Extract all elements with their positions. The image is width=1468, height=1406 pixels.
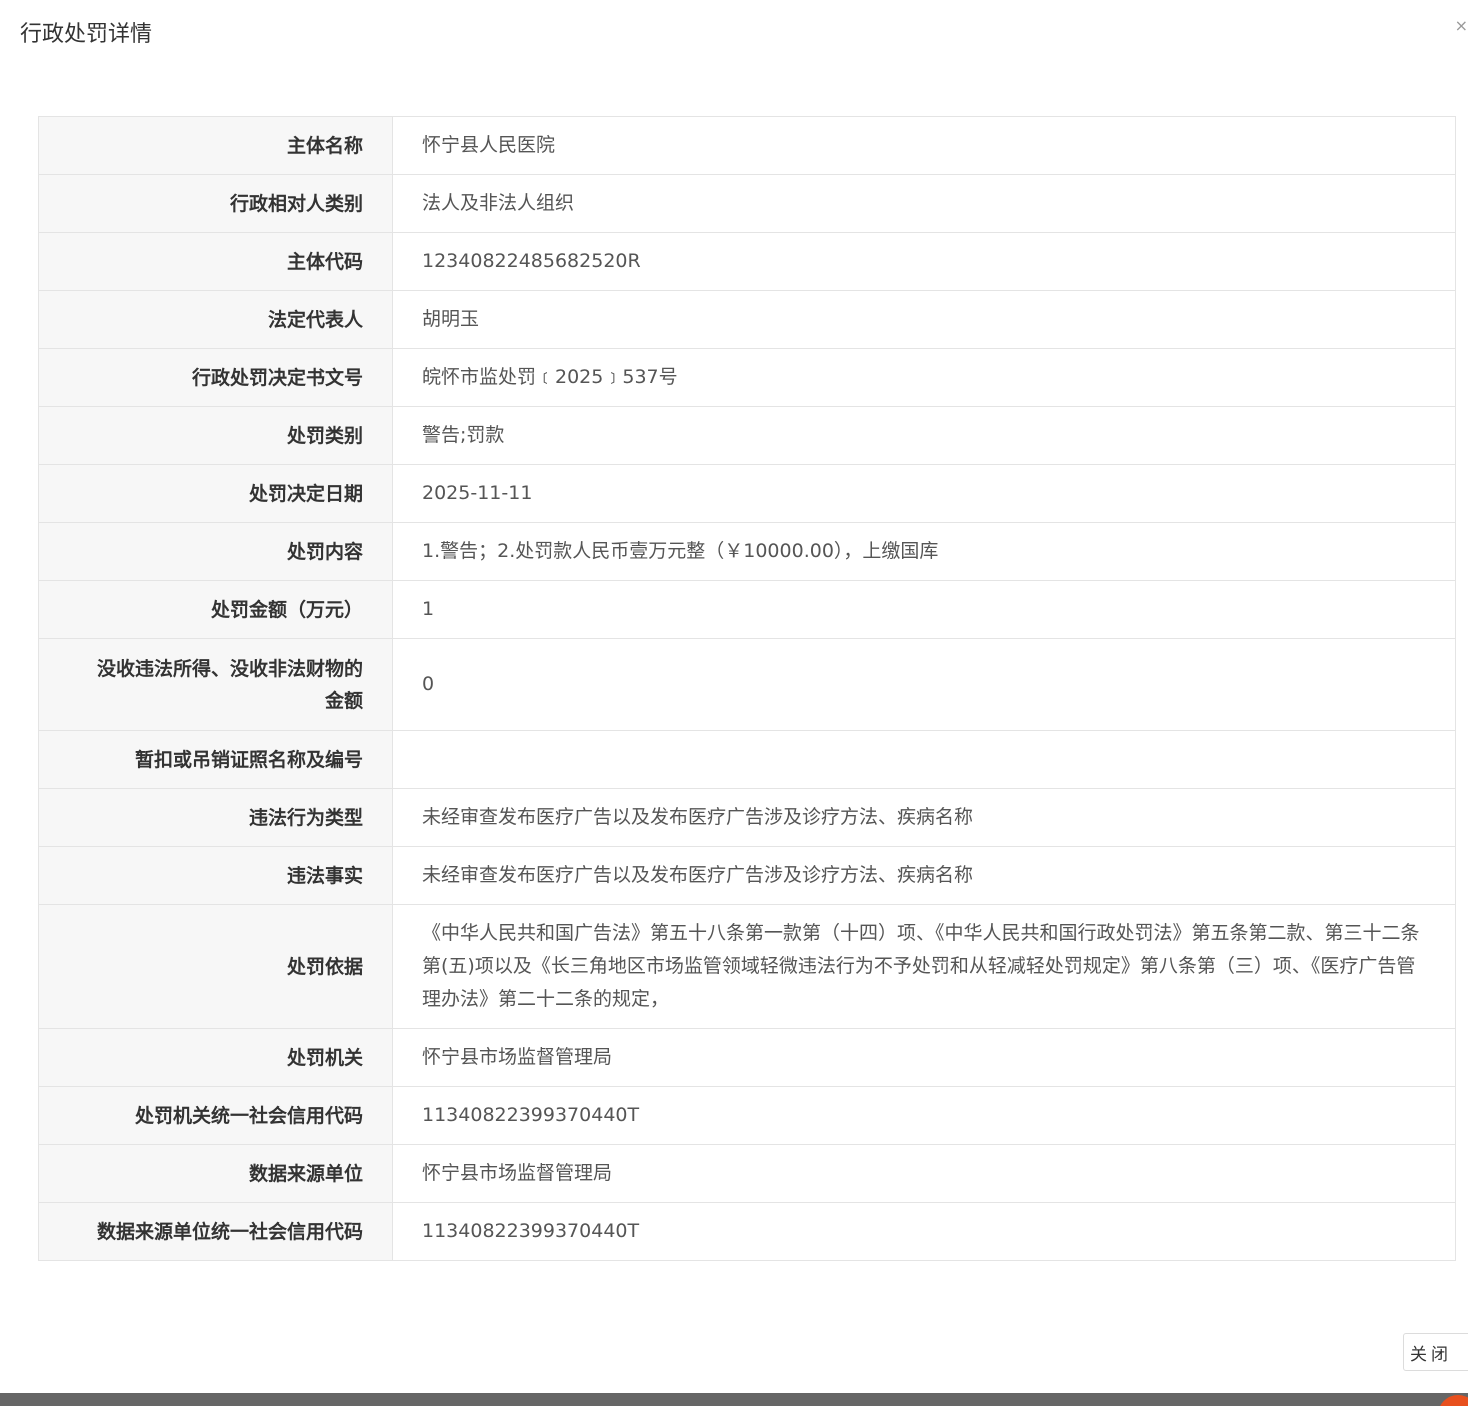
table-row: 处罚机关统一社会信用代码 11340822399370440T (38, 1086, 1456, 1145)
table-row: 违法行为类型 未经审查发布医疗广告以及发布医疗广告涉及诊疗方法、疾病名称 (38, 788, 1456, 847)
row-label: 法定代表人 (38, 290, 393, 349)
row-value: 0 (392, 638, 1456, 731)
row-value: 《中华人民共和国广告法》第五十八条第一款第（十四）项、《中华人民共和国行政处罚法… (392, 904, 1456, 1029)
row-value: 怀宁县市场监督管理局 (392, 1144, 1456, 1203)
table-row: 处罚内容 1.警告；2.处罚款人民币壹万元整（￥10000.00），上缴国库 (38, 522, 1456, 581)
row-value: 皖怀市监处罚﹝2025﹞537号 (392, 348, 1456, 407)
row-label: 主体名称 (38, 116, 393, 175)
table-row: 数据来源单位统一社会信用代码 11340822399370440T (38, 1202, 1456, 1261)
row-label: 暂扣或吊销证照名称及编号 (38, 730, 393, 789)
table-row: 处罚决定日期 2025-11-11 (38, 464, 1456, 523)
bottom-bar (0, 1393, 1468, 1406)
row-label: 处罚机关统一社会信用代码 (38, 1086, 393, 1145)
row-value: 11340822399370440T (392, 1086, 1456, 1145)
row-label: 行政处罚决定书文号 (38, 348, 393, 407)
table-row: 暂扣或吊销证照名称及编号 (38, 730, 1456, 789)
table-row: 行政处罚决定书文号 皖怀市监处罚﹝2025﹞537号 (38, 348, 1456, 407)
table-row: 处罚类别 警告;罚款 (38, 406, 1456, 465)
row-label: 处罚金额（万元） (38, 580, 393, 639)
dialog-title: 行政处罚详情 (20, 22, 153, 47)
row-label: 处罚依据 (38, 904, 393, 1029)
table-row: 主体名称 怀宁县人民医院 (38, 116, 1456, 175)
table-row: 处罚金额（万元） 1 (38, 580, 1456, 639)
table-row: 违法事实 未经审查发布医疗广告以及发布医疗广告涉及诊疗方法、疾病名称 (38, 846, 1456, 905)
row-value: 怀宁县人民医院 (392, 116, 1456, 175)
row-value: 未经审查发布医疗广告以及发布医疗广告涉及诊疗方法、疾病名称 (392, 788, 1456, 847)
penalty-detail-table: 主体名称 怀宁县人民医院 行政相对人类别 法人及非法人组织 主体代码 12340… (38, 116, 1456, 1261)
table-row: 法定代表人 胡明玉 (38, 290, 1456, 349)
table-row: 处罚依据 《中华人民共和国广告法》第五十八条第一款第（十四）项、《中华人民共和国… (38, 904, 1456, 1029)
row-label: 行政相对人类别 (38, 174, 393, 233)
row-value: 法人及非法人组织 (392, 174, 1456, 233)
row-value: 未经审查发布医疗广告以及发布医疗广告涉及诊疗方法、疾病名称 (392, 846, 1456, 905)
table-row: 行政相对人类别 法人及非法人组织 (38, 174, 1456, 233)
row-label: 处罚内容 (38, 522, 393, 581)
row-label: 主体代码 (38, 232, 393, 291)
row-value: 怀宁县市场监督管理局 (392, 1028, 1456, 1087)
table-row: 数据来源单位 怀宁县市场监督管理局 (38, 1144, 1456, 1203)
corner-badge-icon (1436, 1393, 1468, 1406)
row-label: 处罚类别 (38, 406, 393, 465)
row-value: 警告;罚款 (392, 406, 1456, 465)
row-value: 胡明玉 (392, 290, 1456, 349)
close-icon[interactable]: × (1455, 16, 1468, 35)
row-label: 数据来源单位统一社会信用代码 (38, 1202, 393, 1261)
row-label: 违法事实 (38, 846, 393, 905)
row-label: 处罚决定日期 (38, 464, 393, 523)
row-value: 11340822399370440T (392, 1202, 1456, 1261)
row-value: 1.警告；2.处罚款人民币壹万元整（￥10000.00），上缴国库 (392, 522, 1456, 581)
row-value: 2025-11-11 (392, 464, 1456, 523)
row-value: 1 (392, 580, 1456, 639)
row-label: 没收违法所得、没收非法财物的金额 (38, 638, 393, 731)
row-label: 违法行为类型 (38, 788, 393, 847)
row-label: 数据来源单位 (38, 1144, 393, 1203)
row-value (392, 730, 1456, 789)
table-row: 没收违法所得、没收非法财物的金额 0 (38, 638, 1456, 731)
close-button[interactable]: 关闭 (1403, 1333, 1468, 1371)
table-row: 处罚机关 怀宁县市场监督管理局 (38, 1028, 1456, 1087)
row-label: 处罚机关 (38, 1028, 393, 1087)
table-row: 主体代码 12340822485682520R (38, 232, 1456, 291)
row-value: 12340822485682520R (392, 232, 1456, 291)
